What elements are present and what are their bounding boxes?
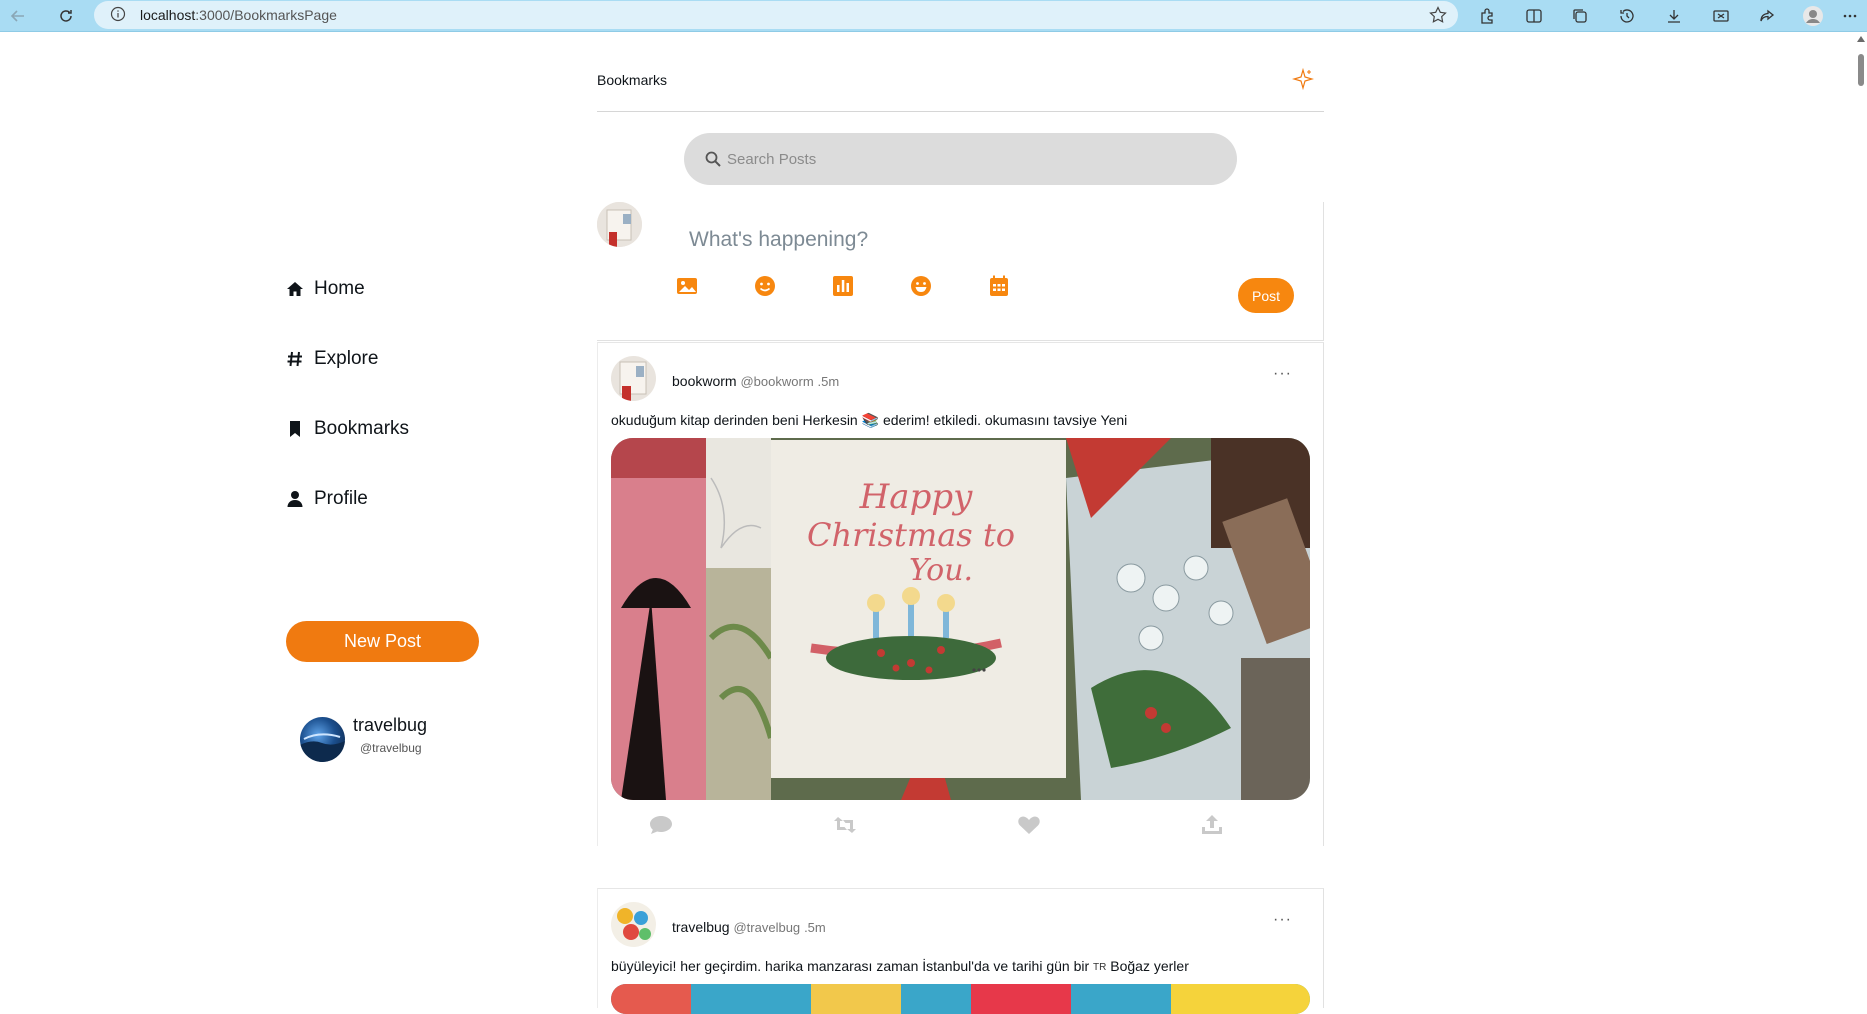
svg-text:Happy: Happy bbox=[859, 477, 973, 517]
new-post-button[interactable]: New Post bbox=[286, 621, 479, 662]
retweet-icon[interactable] bbox=[832, 813, 858, 837]
sidebar-item-label: Profile bbox=[314, 488, 368, 509]
author-name[interactable]: bookworm bbox=[672, 373, 737, 389]
sidebar-item-label: Home bbox=[314, 278, 365, 299]
avatar bbox=[300, 717, 345, 762]
sparkle-icon[interactable] bbox=[1292, 68, 1314, 90]
author-name[interactable]: travelbug bbox=[672, 919, 730, 935]
svg-text:You.: You. bbox=[909, 553, 973, 588]
turkey-flag-icon: TR bbox=[1093, 961, 1107, 973]
post-time: .5m bbox=[817, 374, 840, 389]
post-button[interactable]: Post bbox=[1238, 278, 1294, 313]
sidebar-item-label: Explore bbox=[314, 348, 379, 369]
post-actions bbox=[648, 813, 1222, 839]
reload-icon[interactable] bbox=[54, 4, 78, 28]
image-icon[interactable] bbox=[675, 274, 699, 298]
books-emoji-icon: 📚 bbox=[861, 412, 880, 428]
gif-emoji-icon[interactable] bbox=[909, 274, 933, 298]
emoji-icon[interactable] bbox=[753, 274, 777, 298]
sidebar-item-bookmarks[interactable]: Bookmarks bbox=[286, 418, 409, 440]
avatar[interactable] bbox=[611, 902, 656, 947]
svg-text:Christmas to: Christmas to bbox=[807, 516, 1015, 554]
search-icon bbox=[705, 151, 721, 167]
scroll-up-arrow-icon[interactable] bbox=[1857, 36, 1865, 42]
split-screen-icon[interactable] bbox=[1522, 4, 1546, 28]
composer-toolbar bbox=[675, 274, 1035, 300]
settings-more-icon[interactable] bbox=[1838, 4, 1862, 28]
bookmark-icon bbox=[290, 421, 300, 437]
downloads-icon[interactable] bbox=[1662, 4, 1686, 28]
sidebar-item-label: Bookmarks bbox=[314, 418, 410, 439]
main-feed: Bookmarks What's happening? Post bookwor… bbox=[597, 32, 1324, 1014]
collections-icon[interactable] bbox=[1568, 4, 1592, 28]
post-image[interactable] bbox=[611, 984, 1310, 1014]
hashtag-icon bbox=[287, 351, 302, 367]
avatar bbox=[597, 202, 642, 247]
post-card[interactable]: travelbug @travelbug .5m ··· büyüleyici!… bbox=[597, 888, 1324, 1014]
profile-avatar-icon[interactable] bbox=[1801, 4, 1825, 28]
sidebar-item-explore[interactable]: Explore bbox=[286, 348, 378, 370]
avatar[interactable] bbox=[611, 356, 656, 401]
post-meta: bookworm @bookworm .5m bbox=[672, 373, 839, 389]
search-input[interactable] bbox=[727, 147, 1207, 171]
post-card[interactable]: bookworm @bookworm .5m ··· okuduğum kita… bbox=[597, 342, 1324, 846]
account-switcher[interactable]: travelbug @travelbug bbox=[300, 713, 500, 763]
url-text: localhost:3000/BookmarksPage bbox=[140, 7, 337, 23]
extensions-icon[interactable] bbox=[1475, 4, 1499, 28]
address-bar[interactable]: localhost:3000/BookmarksPage bbox=[94, 1, 1458, 29]
user-icon bbox=[287, 491, 303, 507]
post-text: okuduğum kitap derinden beni Herkesin 📚 … bbox=[611, 412, 1128, 428]
post-meta: travelbug @travelbug .5m bbox=[672, 919, 826, 935]
post-composer: What's happening? Post bbox=[597, 202, 1324, 341]
author-handle: @travelbug bbox=[733, 920, 801, 935]
author-handle: @bookworm bbox=[740, 374, 814, 389]
site-info-icon[interactable] bbox=[110, 6, 126, 22]
post-text: büyüleyici! her geçirdim. harika manzara… bbox=[611, 958, 1189, 974]
favorite-star-icon[interactable] bbox=[1428, 5, 1448, 25]
home-icon bbox=[287, 282, 303, 296]
schedule-calendar-icon[interactable] bbox=[987, 274, 1011, 298]
scrollbar-thumb[interactable] bbox=[1858, 54, 1864, 86]
sidebar: Home Explore Bookmarks Profile New Post … bbox=[280, 32, 540, 976]
browser-toolbar: localhost:3000/BookmarksPage bbox=[0, 0, 1867, 32]
sidebar-item-profile[interactable]: Profile bbox=[286, 488, 368, 510]
more-options-icon[interactable]: ··· bbox=[1273, 365, 1293, 382]
share-icon[interactable] bbox=[1755, 4, 1779, 28]
page-scrollbar[interactable] bbox=[1855, 32, 1867, 976]
like-heart-icon[interactable] bbox=[1016, 813, 1042, 837]
account-name: travelbug bbox=[353, 715, 428, 735]
sidebar-item-home[interactable]: Home bbox=[286, 278, 365, 300]
page-header: Bookmarks bbox=[597, 32, 1324, 112]
page-title: Bookmarks bbox=[597, 72, 668, 88]
screenshot-icon[interactable] bbox=[1709, 4, 1733, 28]
search-bar[interactable] bbox=[684, 133, 1237, 185]
poll-icon[interactable] bbox=[831, 274, 855, 298]
history-icon[interactable] bbox=[1615, 4, 1639, 28]
post-time: .5m bbox=[804, 920, 826, 935]
compose-input[interactable]: What's happening? bbox=[689, 228, 868, 252]
account-handle: @travelbug bbox=[360, 741, 422, 755]
comment-icon[interactable] bbox=[648, 813, 674, 837]
share-upload-icon[interactable] bbox=[1199, 813, 1225, 837]
back-icon[interactable] bbox=[6, 4, 30, 28]
post-image[interactable]: Happy Christmas to You. bbox=[611, 438, 1310, 800]
more-options-icon[interactable]: ··· bbox=[1273, 911, 1293, 928]
